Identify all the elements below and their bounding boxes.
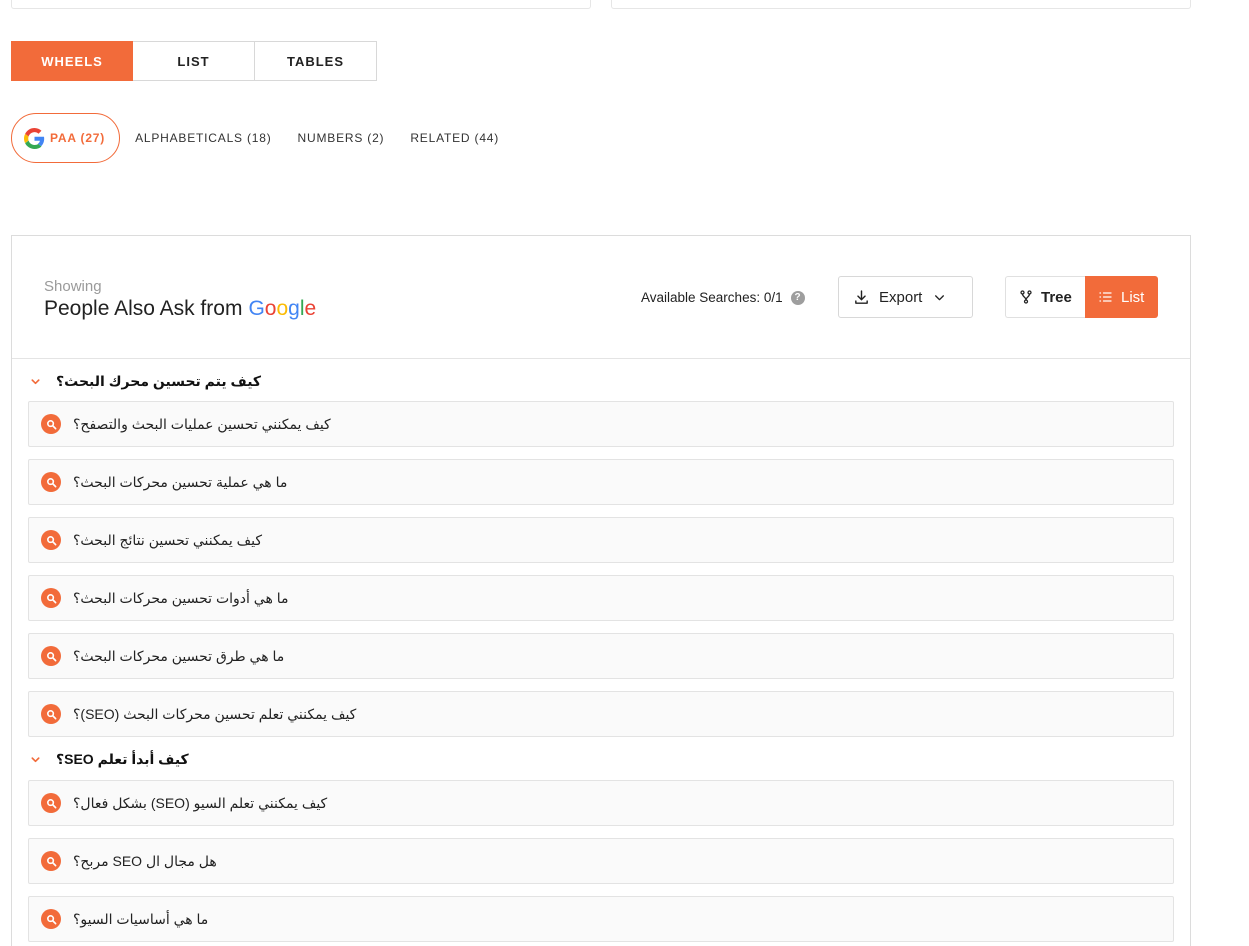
question-item[interactable]: كيف يمكنني تحسين عمليات البحث والتصفح؟ [28, 401, 1174, 447]
question-group-heading[interactable]: كيف يتم تحسين محرك البحث؟ [28, 370, 261, 392]
sub-tab-related[interactable]: RELATED (44) [410, 131, 499, 145]
paa-panel: Showing People Also Ask from Google Avai… [11, 235, 1191, 946]
view-tabs: WHEELS LIST TABLES [11, 41, 377, 81]
view-toggle: Tree List [1005, 276, 1158, 318]
google-g-icon [24, 127, 45, 149]
search-icon [41, 793, 61, 813]
question-text: كيف يمكنني تعلم السيو (SEO) بشكل فعال؟ [73, 794, 328, 811]
question-item[interactable]: ما هي أساسيات السيو؟ [28, 896, 1174, 942]
showing-label: Showing [44, 278, 102, 295]
google-wordmark: Google [248, 297, 317, 320]
question-item[interactable]: ما هي أدوات تحسين محركات البحث؟ [28, 575, 1174, 621]
question-item[interactable]: كيف يمكنني تحسين نتائج البحث؟ [28, 517, 1174, 563]
question-text: كيف يمكنني تحسين عمليات البحث والتصفح؟ [73, 415, 331, 432]
tree-icon [1020, 290, 1032, 304]
sub-tab-paa-label: PAA (27) [50, 131, 106, 145]
sub-tabs: PAA (27) ALPHABETICALS (18) NUMBERS (2) … [11, 113, 525, 163]
search-icon [41, 414, 61, 434]
chevron-down-icon [935, 294, 945, 300]
search-icon [41, 588, 61, 608]
panel-title: People Also Ask from Google [44, 297, 316, 321]
question-group-heading[interactable]: كيف أبدأ تعلم SEO؟ [28, 748, 189, 770]
list-toggle-button[interactable]: List [1085, 276, 1158, 318]
list-label: List [1121, 288, 1145, 306]
question-text: كيف يمكنني تعلم تحسين محركات البحث (SEO)… [73, 705, 357, 722]
search-icon [41, 530, 61, 550]
export-button[interactable]: Export [838, 276, 973, 318]
search-icon [41, 851, 61, 871]
tab-tables[interactable]: TABLES [255, 41, 377, 81]
tab-wheels[interactable]: WHEELS [11, 41, 133, 81]
search-icon [41, 704, 61, 724]
question-text: ما هي عملية تحسين محركات البحث؟ [73, 473, 288, 490]
sub-tab-numbers[interactable]: NUMBERS (2) [298, 131, 385, 145]
question-group-heading-text: كيف أبدأ تعلم SEO؟ [56, 750, 189, 767]
export-label: Export [879, 288, 923, 306]
question-item[interactable]: كيف يمكنني تعلم تحسين محركات البحث (SEO)… [28, 691, 1174, 737]
search-icon [41, 646, 61, 666]
question-text: ما هي أدوات تحسين محركات البحث؟ [73, 589, 289, 606]
question-group-heading-text: كيف يتم تحسين محرك البحث؟ [56, 372, 262, 389]
panel-title-text: People Also Ask from [44, 297, 243, 320]
question-text: هل مجال ال SEO مربح؟ [73, 852, 217, 869]
panel-header: Showing People Also Ask from Google Avai… [12, 236, 1190, 359]
tree-label: Tree [1041, 288, 1072, 306]
chevron-down-icon [28, 376, 42, 387]
question-text: ما هي طرق تحسين محركات البحث؟ [73, 647, 285, 664]
question-item[interactable]: كيف يمكنني تعلم السيو (SEO) بشكل فعال؟ [28, 780, 1174, 826]
available-searches: Available Searches: 0/1 ? [641, 290, 805, 305]
question-item[interactable]: ما هي عملية تحسين محركات البحث؟ [28, 459, 1174, 505]
question-item[interactable]: هل مجال ال SEO مربح؟ [28, 838, 1174, 884]
question-text: ما هي أساسيات السيو؟ [73, 910, 209, 927]
download-icon [855, 289, 868, 304]
sub-tab-paa[interactable]: PAA (27) [11, 113, 121, 163]
list-icon [1099, 292, 1112, 302]
help-icon[interactable]: ? [790, 290, 805, 305]
tab-list[interactable]: LIST [133, 41, 255, 81]
top-card-left [11, 0, 591, 9]
question-item[interactable]: ما هي طرق تحسين محركات البحث؟ [28, 633, 1174, 679]
chevron-down-icon [28, 754, 42, 765]
available-searches-label: Available Searches: 0/1 [641, 290, 783, 305]
search-icon [41, 909, 61, 929]
search-icon [41, 472, 61, 492]
tree-toggle-button[interactable]: Tree [1005, 276, 1085, 318]
top-card-right [611, 0, 1191, 9]
question-text: كيف يمكنني تحسين نتائج البحث؟ [73, 531, 262, 548]
sub-tab-alphabeticals[interactable]: ALPHABETICALS (18) [135, 131, 271, 145]
